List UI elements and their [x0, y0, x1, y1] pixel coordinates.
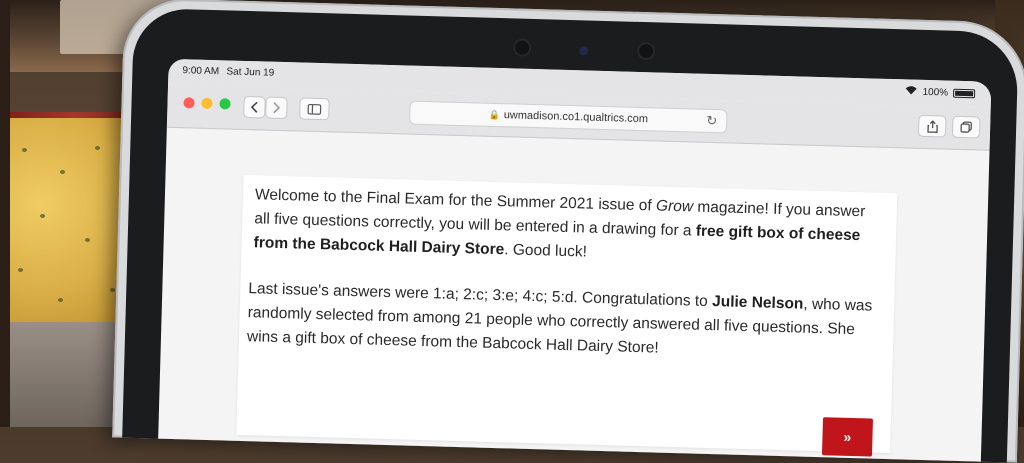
status-right: 100%	[905, 85, 975, 99]
sidebar-icon	[307, 103, 321, 114]
share-button[interactable]	[918, 115, 947, 138]
intro-text: . Good luck!	[504, 241, 587, 260]
next-button[interactable]: »	[822, 417, 873, 456]
status-time: 9:00 AM	[182, 65, 219, 77]
winner-name: Julie Nelson	[712, 293, 804, 313]
intro-text: Welcome to the Final Exam for the Summer…	[255, 186, 656, 214]
sensor-icon	[513, 38, 531, 56]
tablet-bezel: 9:00 AM Sat Jun 19 100%	[122, 8, 1019, 463]
tabs-button[interactable]	[952, 116, 981, 139]
magazine-name: Grow	[656, 197, 694, 215]
window-controls	[183, 97, 230, 109]
address-bar[interactable]: 🔒 uwmadison.co1.qualtrics.com ↻	[409, 101, 728, 134]
zoom-window-icon[interactable]	[219, 98, 230, 109]
status-date: Sat Jun 19	[226, 66, 274, 78]
intro-paragraph: Welcome to the Final Exam for the Summer…	[253, 183, 885, 273]
url-text: uwmadison.co1.qualtrics.com	[504, 109, 649, 125]
lock-icon: 🔒	[488, 109, 500, 120]
wifi-icon	[905, 85, 917, 97]
share-icon	[927, 119, 938, 132]
survey-card: Welcome to the Final Exam for the Summer…	[236, 175, 897, 453]
minimize-window-icon[interactable]	[201, 98, 212, 109]
back-button[interactable]	[243, 96, 266, 119]
background-left-edge	[0, 0, 10, 427]
sensor-icon	[637, 42, 655, 60]
battery-percent: 100%	[922, 86, 948, 98]
answers-paragraph: Last issue's answers were 1:a; 2:c; 3:e;…	[247, 277, 883, 367]
tablet-screen: 9:00 AM Sat Jun 19 100%	[158, 59, 991, 462]
camera-icon	[579, 46, 588, 55]
tablet-device: 9:00 AM Sat Jun 19 100%	[112, 0, 1024, 463]
reload-icon[interactable]: ↻	[706, 113, 717, 129]
forward-button[interactable]	[265, 97, 288, 120]
tabs-icon	[960, 121, 972, 133]
chevron-right-icon	[272, 102, 280, 114]
sidebar-button[interactable]	[299, 97, 330, 120]
chevron-left-icon	[250, 101, 258, 113]
battery-icon	[953, 88, 975, 98]
close-window-icon[interactable]	[183, 97, 194, 108]
